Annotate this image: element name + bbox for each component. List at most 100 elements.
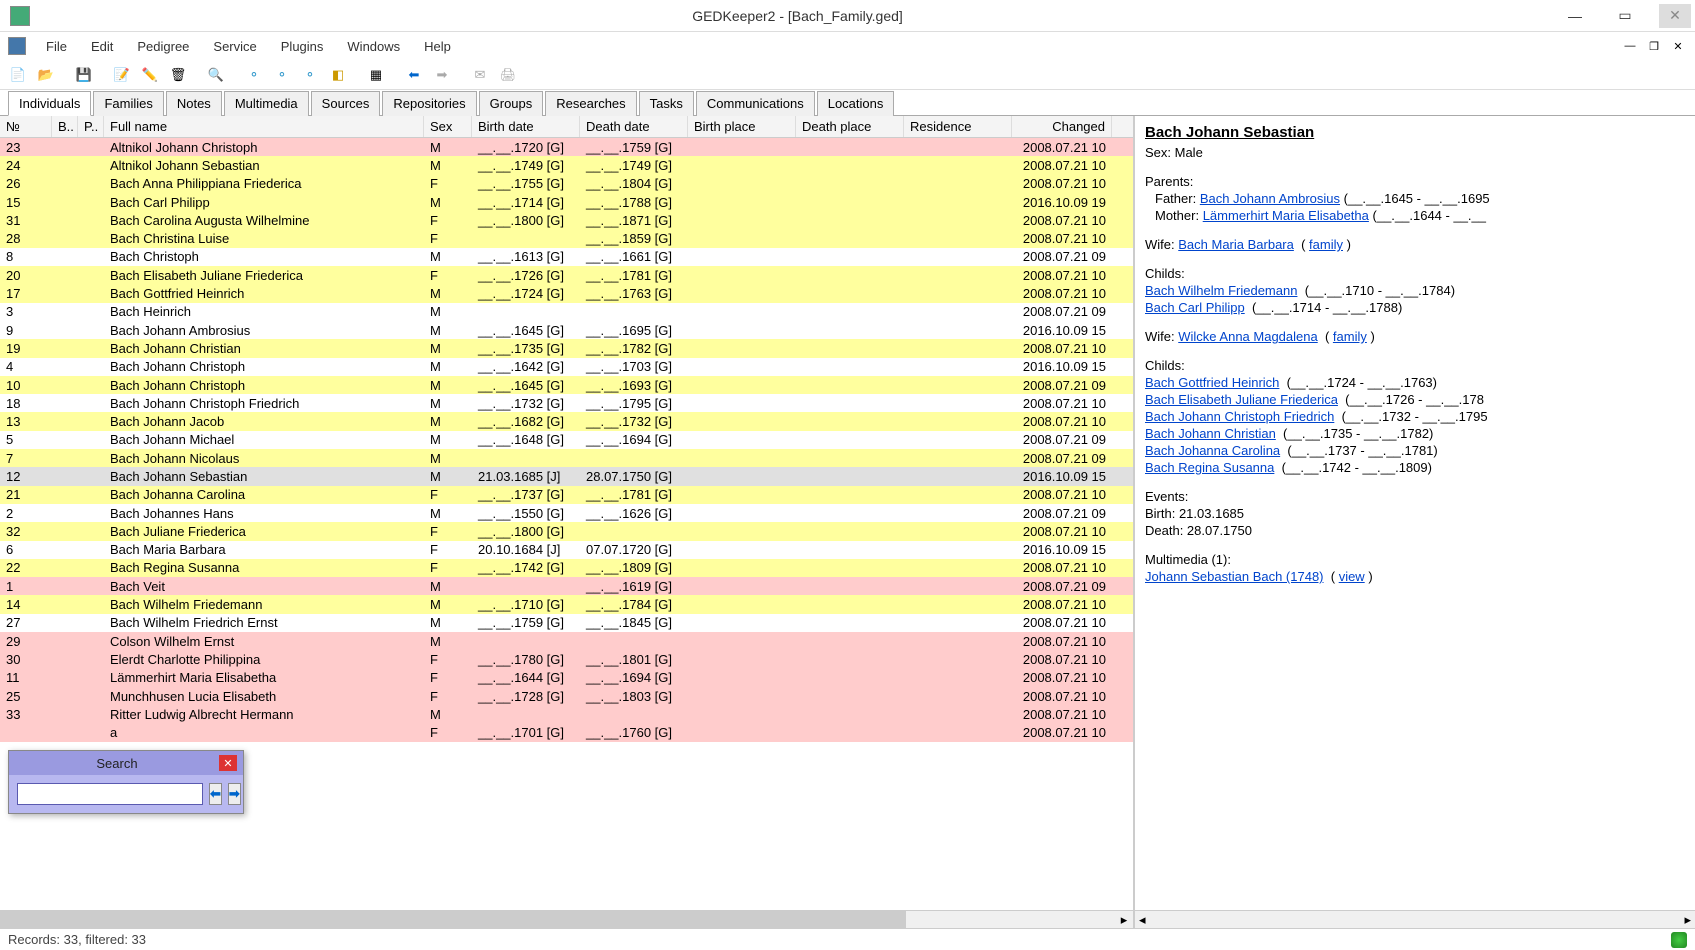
family2-link[interactable]: family [1333,329,1367,344]
tab-repositories[interactable]: Repositories [382,91,476,116]
multimedia-view-link[interactable]: view [1339,569,1365,584]
table-row[interactable]: 12Bach Johann SebastianM21.03.1685 [J]28… [0,467,1133,485]
pedigree-icon[interactable]: ◧ [326,63,350,87]
col-name[interactable]: Full name [104,116,424,137]
tree-descendants-icon[interactable]: ⚬ [270,63,294,87]
family1-link[interactable]: family [1309,237,1343,252]
menu-file[interactable]: File [34,35,79,58]
close-button[interactable]: ✕ [1659,4,1691,28]
mdi-minimize-button[interactable]: — [1621,39,1639,53]
child-link[interactable]: Bach Regina Susanna [1145,460,1274,475]
search-dialog[interactable]: Search ✕ ⬅ ➡ [8,750,244,814]
table-row[interactable]: 5Bach Johann MichaelM__.__.1648 [G]__.__… [0,431,1133,449]
stats-icon[interactable]: ▦ [364,63,388,87]
new-file-icon[interactable]: 📄 [6,63,30,87]
tree-both-icon[interactable]: ⚬ [298,63,322,87]
add-record-icon[interactable]: 📝 [110,63,134,87]
menu-edit[interactable]: Edit [79,35,125,58]
table-row[interactable]: 28Bach Christina LuiseF__.__.1859 [G]200… [0,229,1133,247]
col-death[interactable]: Death date [580,116,688,137]
child-link[interactable]: Bach Johann Christian [1145,426,1276,441]
search-prev-button[interactable]: ⬅ [209,783,222,805]
col-no[interactable]: № [0,116,52,137]
menu-service[interactable]: Service [201,35,268,58]
menu-windows[interactable]: Windows [335,35,412,58]
child-link[interactable]: Bach Gottfried Heinrich [1145,375,1279,390]
table-row[interactable]: 23Altnikol Johann ChristophM__.__.1720 [… [0,138,1133,156]
nav-back-icon[interactable]: ⬅ [402,63,426,87]
col-birth[interactable]: Birth date [472,116,580,137]
mdi-restore-button[interactable]: ❐ [1645,39,1663,53]
table-row[interactable]: 10Bach Johann ChristophM__.__.1645 [G]__… [0,376,1133,394]
col-p[interactable]: P.. [78,116,104,137]
table-row[interactable]: 20Bach Elisabeth Juliane FriedericaF__._… [0,266,1133,284]
save-icon[interactable]: 💾 [72,63,96,87]
filter-icon[interactable]: 🔍 [204,63,228,87]
table-row[interactable]: 15Bach Carl PhilippM__.__.1714 [G]__.__.… [0,193,1133,211]
tab-families[interactable]: Families [93,91,163,116]
mother-link[interactable]: Lämmerhirt Maria Elisabetha [1203,208,1369,223]
minimize-button[interactable]: — [1559,4,1591,28]
table-row[interactable]: 6Bach Maria BarbaraF20.10.1684 [J]07.07.… [0,541,1133,559]
send-mail-icon[interactable]: ✉ [468,63,492,87]
table-row[interactable]: 4Bach Johann ChristophM__.__.1642 [G]__.… [0,358,1133,376]
mdi-close-button[interactable]: ✕ [1669,39,1687,53]
maximize-button[interactable]: ▭ [1609,4,1641,28]
table-row[interactable]: 9Bach Johann AmbrosiusM__.__.1645 [G]__.… [0,321,1133,339]
col-changed[interactable]: Changed [1012,116,1112,137]
table-row[interactable]: 26Bach Anna Philippiana FriedericaF__.__… [0,175,1133,193]
table-row[interactable]: 8Bach ChristophM__.__.1613 [G]__.__.1661… [0,248,1133,266]
table-row[interactable]: aF__.__.1701 [G]__.__.1760 [G]2008.07.21… [0,724,1133,742]
table-row[interactable]: 2Bach Johannes HansM__.__.1550 [G]__.__.… [0,504,1133,522]
col-b[interactable]: B.. [52,116,78,137]
tab-multimedia[interactable]: Multimedia [224,91,309,116]
child-link[interactable]: Bach Johanna Carolina [1145,443,1280,458]
col-res[interactable]: Residence [904,116,1012,137]
wife1-link[interactable]: Bach Maria Barbara [1178,237,1294,252]
table-row[interactable]: 14Bach Wilhelm FriedemannM__.__.1710 [G]… [0,595,1133,613]
table-row[interactable]: 31Bach Carolina Augusta WilhelmineF__.__… [0,211,1133,229]
tab-sources[interactable]: Sources [311,91,381,116]
table-row[interactable]: 21Bach Johanna CarolinaF__.__.1737 [G]__… [0,486,1133,504]
child-link[interactable]: Bach Elisabeth Juliane Friederica [1145,392,1338,407]
table-row[interactable]: 19Bach Johann ChristianM__.__.1735 [G]__… [0,339,1133,357]
col-sex[interactable]: Sex [424,116,472,137]
tab-notes[interactable]: Notes [166,91,222,116]
table-row[interactable]: 13Bach Johann JacobM__.__.1682 [G]__.__.… [0,412,1133,430]
table-row[interactable]: 22Bach Regina SusannaF__.__.1742 [G]__._… [0,559,1133,577]
table-row[interactable]: 18Bach Johann Christoph FriedrichM__.__.… [0,394,1133,412]
table-row[interactable]: 11Lämmerhirt Maria ElisabethaF__.__.1644… [0,669,1133,687]
tab-communications[interactable]: Communications [696,91,815,116]
open-file-icon[interactable]: 📂 [34,63,58,87]
table-row[interactable]: 33Ritter Ludwig Albrecht HermannM2008.07… [0,705,1133,723]
print-icon[interactable]: 🖨 [496,63,520,87]
menu-plugins[interactable]: Plugins [269,35,336,58]
tab-tasks[interactable]: Tasks [639,91,694,116]
tab-groups[interactable]: Groups [479,91,544,116]
col-dplace[interactable]: Death place [796,116,904,137]
wife2-link[interactable]: Wilcke Anna Magdalena [1178,329,1317,344]
tab-researches[interactable]: Researches [545,91,636,116]
table-row[interactable]: 29Colson Wilhelm ErnstM2008.07.21 10 [0,632,1133,650]
edit-record-icon[interactable]: ✏️ [138,63,162,87]
delete-record-icon[interactable]: 🗑 [166,63,190,87]
menu-help[interactable]: Help [412,35,463,58]
tab-locations[interactable]: Locations [817,91,895,116]
search-input[interactable] [17,783,203,805]
child-link[interactable]: Bach Johann Christoph Friedrich [1145,409,1334,424]
table-row[interactable]: 30Elerdt Charlotte PhilippinaF__.__.1780… [0,650,1133,668]
menu-pedigree[interactable]: Pedigree [125,35,201,58]
father-link[interactable]: Bach Johann Ambrosius [1200,191,1340,206]
table-row[interactable]: 1Bach VeitM__.__.1619 [G]2008.07.21 09 [0,577,1133,595]
table-row[interactable]: 27Bach Wilhelm Friedrich ErnstM__.__.175… [0,614,1133,632]
h-scrollbar[interactable]: ▸ [0,910,1133,928]
table-row[interactable]: 7Bach Johann NicolausM2008.07.21 09 [0,449,1133,467]
child-link[interactable]: Bach Wilhelm Friedemann [1145,283,1297,298]
multimedia-link[interactable]: Johann Sebastian Bach (1748) [1145,569,1324,584]
table-row[interactable]: 25Munchhusen Lucia ElisabethF__.__.1728 … [0,687,1133,705]
table-row[interactable]: 17Bach Gottfried HeinrichM__.__.1724 [G]… [0,284,1133,302]
tree-ancestors-icon[interactable]: ⚬ [242,63,266,87]
col-bplace[interactable]: Birth place [688,116,796,137]
nav-forward-icon[interactable]: ➡ [430,63,454,87]
search-next-button[interactable]: ➡ [228,783,241,805]
